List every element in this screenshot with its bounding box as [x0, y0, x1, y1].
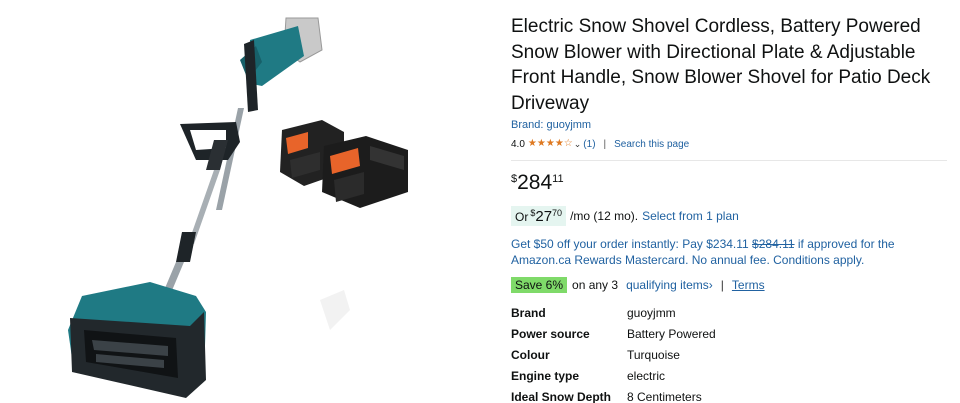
- rating-row: 4.0 ★ ★ ★ ★ ☆ ⌄ (1) | Search this page: [511, 137, 951, 151]
- spec-value: Battery Powered: [627, 326, 716, 341]
- qualifying-items-link[interactable]: qualifying items›: [626, 278, 713, 292]
- monthly-price-badge: Or $ 27 70: [511, 206, 567, 226]
- spec-key: Power source: [511, 326, 590, 341]
- star-icon: ★: [536, 138, 546, 149]
- spec-key: Colour: [511, 347, 550, 362]
- product-title: Electric Snow Shovel Cordless, Battery P…: [511, 16, 931, 114]
- promo-condition: on any 3: [572, 278, 619, 292]
- price-whole: 284: [517, 171, 553, 194]
- spec-value: electric: [627, 368, 666, 383]
- separator: |: [603, 138, 607, 150]
- rating-value: 4.0: [511, 138, 525, 150]
- credit-card-offer[interactable]: Get $50 off your order instantly: Pay $2…: [511, 236, 951, 268]
- table-row: Ideal Snow Depth 8 Centimeters: [511, 386, 716, 403]
- select-plan-link[interactable]: Select from 1 plan: [642, 209, 739, 223]
- star-rating[interactable]: ★ ★ ★ ★ ☆: [528, 139, 573, 149]
- offer-text-before: Get $50 off your order instantly: Pay $2…: [511, 237, 753, 251]
- monthly-fraction: 70: [552, 208, 563, 218]
- review-count-link[interactable]: (1): [583, 139, 595, 150]
- spec-key: Brand: [511, 305, 546, 320]
- spec-value: guoyjmm: [627, 305, 676, 320]
- search-this-page-link[interactable]: Search this page: [614, 139, 689, 150]
- star-icon: ★: [554, 138, 564, 149]
- price-fraction: 11: [552, 173, 564, 185]
- brand-link[interactable]: Brand: guoyjmm: [511, 119, 951, 131]
- star-icon: ★: [527, 138, 537, 149]
- separator: |: [720, 278, 724, 292]
- product-info-panel: Electric Snow Shovel Cordless, Battery P…: [511, 14, 951, 403]
- promo-row: Save 6% on any 3 qualifying items› | Ter…: [511, 277, 951, 293]
- spec-key: Engine type: [511, 368, 580, 383]
- monthly-or-label: Or: [515, 210, 529, 224]
- product-specs-table: Brand guoyjmm Power source Battery Power…: [511, 302, 716, 403]
- table-row: Engine type electric: [511, 365, 716, 386]
- table-row: Power source Battery Powered: [511, 323, 716, 344]
- price: $ 284 11: [511, 170, 951, 198]
- terms-link[interactable]: Terms: [732, 278, 765, 292]
- spec-value: 8 Centimeters: [627, 389, 702, 403]
- save-badge: Save 6%: [511, 277, 568, 293]
- chevron-down-icon[interactable]: ⌄: [574, 139, 582, 150]
- snow-shovel-product-image: [68, 17, 408, 398]
- table-row: Brand guoyjmm: [511, 302, 716, 323]
- monthly-payment-row: Or $ 27 70 /mo (12 mo). Select from 1 pl…: [511, 205, 951, 227]
- star-icon: ★: [545, 138, 555, 149]
- monthly-whole: 27: [535, 208, 553, 225]
- offer-strike-price: $284.11: [752, 237, 795, 251]
- spec-value: Turquoise: [627, 347, 680, 362]
- table-row: Colour Turquoise: [511, 344, 716, 365]
- spec-key: Ideal Snow Depth: [511, 389, 612, 403]
- divider: [511, 160, 947, 161]
- product-image-pane[interactable]: [0, 0, 480, 403]
- monthly-term: /mo (12 mo).: [570, 209, 639, 223]
- star-outline-icon: ☆: [563, 138, 573, 149]
